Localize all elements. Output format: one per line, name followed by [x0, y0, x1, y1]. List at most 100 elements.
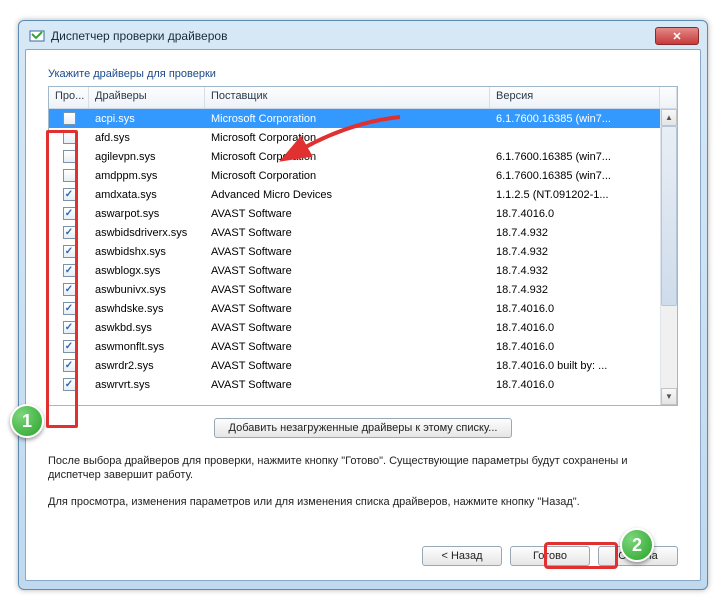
cell-version: 6.1.7600.16385 (win7...: [490, 149, 660, 165]
column-header-vendor[interactable]: Поставщик: [205, 87, 490, 108]
group-label: Укажите драйверы для проверки: [48, 68, 678, 80]
driver-checkbox[interactable]: [63, 283, 76, 296]
titlebar[interactable]: Диспетчер проверки драйверов ✕: [25, 27, 701, 49]
table-row[interactable]: aswrdr2.sysAVAST Software18.7.4016.0 bui…: [49, 356, 677, 375]
cell-version: 18.7.4016.0: [490, 339, 660, 355]
table-row[interactable]: aswmonflt.sysAVAST Software18.7.4016.0: [49, 337, 677, 356]
app-icon: [29, 28, 45, 44]
scroll-down-button[interactable]: ▼: [661, 388, 677, 405]
cell-vendor: Advanced Micro Devices: [205, 187, 490, 203]
driver-checkbox[interactable]: [63, 131, 76, 144]
cell-version: 18.7.4.932: [490, 263, 660, 279]
annotation-badge-1: 1: [10, 404, 44, 438]
cell-vendor: AVAST Software: [205, 320, 490, 336]
table-row[interactable]: acpi.sysMicrosoft Corporation6.1.7600.16…: [49, 109, 677, 128]
window-title: Диспетчер проверки драйверов: [51, 29, 655, 43]
cell-driver: aswrvrt.sys: [89, 377, 205, 393]
cell-driver: aswblogx.sys: [89, 263, 205, 279]
table-row[interactable]: amdppm.sysMicrosoft Corporation6.1.7600.…: [49, 166, 677, 185]
cell-driver: afd.sys: [89, 130, 205, 146]
cell-vendor: AVAST Software: [205, 377, 490, 393]
driver-checkbox[interactable]: [63, 302, 76, 315]
cell-vendor: AVAST Software: [205, 339, 490, 355]
driver-checkbox[interactable]: [63, 378, 76, 391]
cell-version: 6.1.7600.16385 (win7...: [490, 168, 660, 184]
close-icon: ✕: [672, 30, 681, 43]
cell-vendor: Microsoft Corporation: [205, 149, 490, 165]
finish-button[interactable]: Готово: [510, 546, 590, 566]
cell-driver: amdppm.sys: [89, 168, 205, 184]
cell-vendor: AVAST Software: [205, 206, 490, 222]
table-row[interactable]: afd.sysMicrosoft Corporation: [49, 128, 677, 147]
cell-version: 18.7.4016.0: [490, 377, 660, 393]
cell-version: 18.7.4016.0: [490, 301, 660, 317]
driver-checkbox[interactable]: [63, 264, 76, 277]
cell-vendor: Microsoft Corporation: [205, 111, 490, 127]
cell-vendor: AVAST Software: [205, 358, 490, 374]
table-row[interactable]: aswbunivx.sysAVAST Software18.7.4.932: [49, 280, 677, 299]
cell-vendor: AVAST Software: [205, 282, 490, 298]
cell-driver: acpi.sys: [89, 111, 205, 127]
cell-driver: aswhdske.sys: [89, 301, 205, 317]
cell-version: 18.7.4016.0: [490, 320, 660, 336]
table-row[interactable]: aswbidsdriverx.sysAVAST Software18.7.4.9…: [49, 223, 677, 242]
close-button[interactable]: ✕: [655, 27, 699, 45]
cell-version: 18.7.4016.0 built by: ...: [490, 358, 660, 374]
driver-checkbox[interactable]: [63, 207, 76, 220]
cell-driver: aswrdr2.sys: [89, 358, 205, 374]
driver-listview[interactable]: Про... Драйверы Поставщик Версия acpi.sy…: [48, 86, 678, 406]
table-row[interactable]: amdxata.sysAdvanced Micro Devices1.1.2.5…: [49, 185, 677, 204]
list-header[interactable]: Про... Драйверы Поставщик Версия: [49, 87, 677, 109]
client-area: Укажите драйверы для проверки Про... Дра…: [25, 49, 701, 581]
info-text: После выбора драйверов для проверки, наж…: [48, 454, 678, 521]
scroll-up-button[interactable]: ▲: [661, 109, 677, 126]
info-line-2: Для просмотра, изменения параметров или …: [48, 495, 678, 509]
cell-vendor: AVAST Software: [205, 301, 490, 317]
table-row[interactable]: aswhdske.sysAVAST Software18.7.4016.0: [49, 299, 677, 318]
cell-version: 18.7.4.932: [490, 244, 660, 260]
add-unloaded-drivers-button[interactable]: Добавить незагруженные драйверы к этому …: [214, 418, 513, 438]
driver-checkbox[interactable]: [63, 169, 76, 182]
table-row[interactable]: aswrvrt.sysAVAST Software18.7.4016.0: [49, 375, 677, 394]
driver-checkbox[interactable]: [63, 359, 76, 372]
cell-version: [490, 136, 660, 140]
table-row[interactable]: aswkbd.sysAVAST Software18.7.4016.0: [49, 318, 677, 337]
back-button[interactable]: < Назад: [422, 546, 502, 566]
cell-driver: aswbidshx.sys: [89, 244, 205, 260]
list-body: acpi.sysMicrosoft Corporation6.1.7600.16…: [49, 109, 677, 405]
vertical-scrollbar[interactable]: ▲ ▼: [660, 109, 677, 405]
driver-checkbox[interactable]: [63, 226, 76, 239]
cell-driver: aswbunivx.sys: [89, 282, 205, 298]
driver-checkbox[interactable]: [63, 321, 76, 334]
table-row[interactable]: aswblogx.sysAVAST Software18.7.4.932: [49, 261, 677, 280]
driver-checkbox[interactable]: [63, 340, 76, 353]
wizard-button-row: < Назад Готово Отмена: [48, 540, 678, 566]
cell-version: 6.1.7600.16385 (win7...: [490, 111, 660, 127]
column-header-driver[interactable]: Драйверы: [89, 87, 205, 108]
table-row[interactable]: aswarpot.sysAVAST Software18.7.4016.0: [49, 204, 677, 223]
cell-vendor: Microsoft Corporation: [205, 168, 490, 184]
cell-driver: aswbidsdriverx.sys: [89, 225, 205, 241]
cell-driver: agilevpn.sys: [89, 149, 205, 165]
scroll-thumb[interactable]: [661, 126, 677, 306]
column-header-scroll-spacer: [660, 87, 677, 108]
column-header-version[interactable]: Версия: [490, 87, 660, 108]
cell-vendor: AVAST Software: [205, 244, 490, 260]
cell-vendor: AVAST Software: [205, 263, 490, 279]
driver-checkbox[interactable]: [63, 188, 76, 201]
driver-checkbox[interactable]: [63, 150, 76, 163]
cell-driver: aswkbd.sys: [89, 320, 205, 336]
cell-version: 18.7.4.932: [490, 282, 660, 298]
column-header-check[interactable]: Про...: [49, 87, 89, 108]
table-row[interactable]: aswbidshx.sysAVAST Software18.7.4.932: [49, 242, 677, 261]
cell-version: 1.1.2.5 (NT.091202-1...: [490, 187, 660, 203]
annotation-badge-2: 2: [620, 528, 654, 562]
cell-driver: aswmonflt.sys: [89, 339, 205, 355]
dialog-window: Диспетчер проверки драйверов ✕ Укажите д…: [18, 20, 708, 590]
cell-driver: aswarpot.sys: [89, 206, 205, 222]
driver-checkbox[interactable]: [63, 245, 76, 258]
cell-driver: amdxata.sys: [89, 187, 205, 203]
driver-checkbox[interactable]: [63, 112, 76, 125]
table-row[interactable]: agilevpn.sysMicrosoft Corporation6.1.760…: [49, 147, 677, 166]
cell-version: 18.7.4.932: [490, 225, 660, 241]
